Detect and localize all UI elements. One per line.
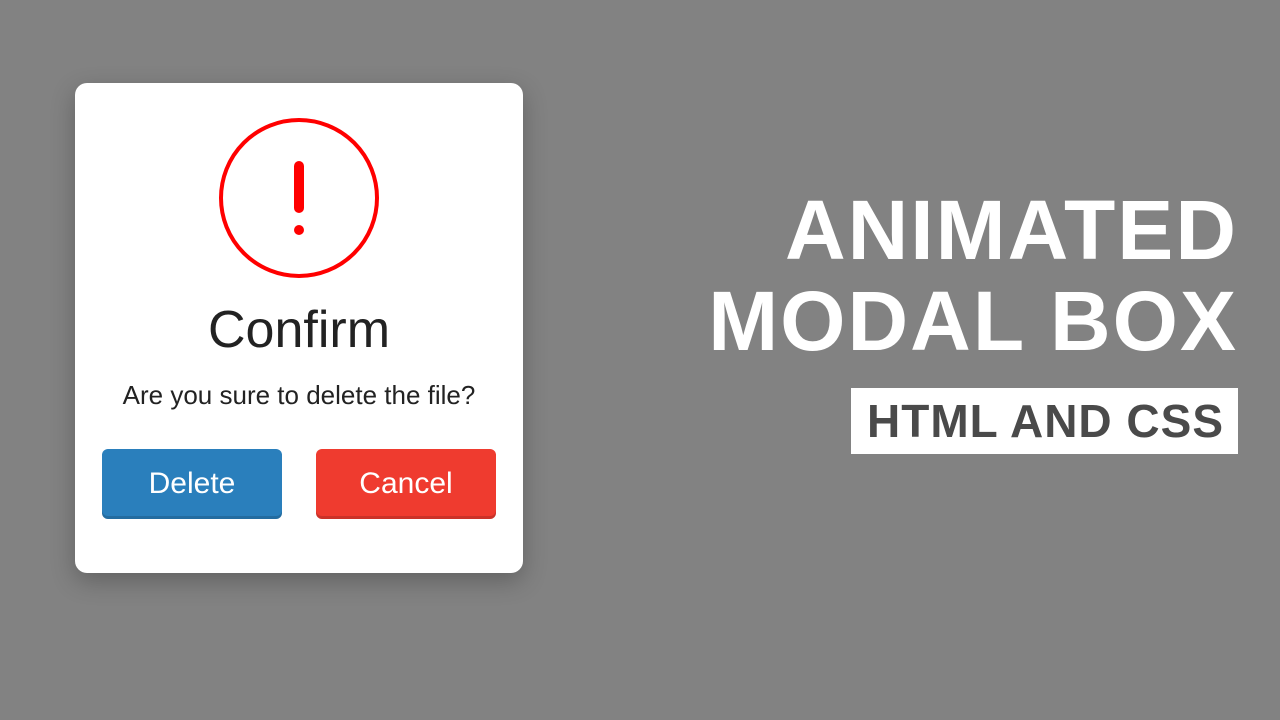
- delete-button[interactable]: Delete: [102, 449, 282, 519]
- modal-button-row: Delete Cancel: [100, 449, 498, 519]
- modal-message: Are you sure to delete the file?: [123, 380, 476, 411]
- modal-title: Confirm: [208, 300, 390, 360]
- hero-line-1: ANIMATED: [708, 185, 1238, 276]
- hero-subtitle: HTML AND CSS: [851, 388, 1238, 454]
- confirm-modal: Confirm Are you sure to delete the file?…: [75, 83, 523, 573]
- alert-icon: [219, 118, 379, 278]
- cancel-button[interactable]: Cancel: [316, 449, 496, 519]
- exclamation-icon: [294, 161, 304, 235]
- hero-title-block: ANIMATED MODAL BOX HTML AND CSS: [708, 185, 1238, 454]
- hero-line-2: MODAL BOX: [708, 276, 1238, 367]
